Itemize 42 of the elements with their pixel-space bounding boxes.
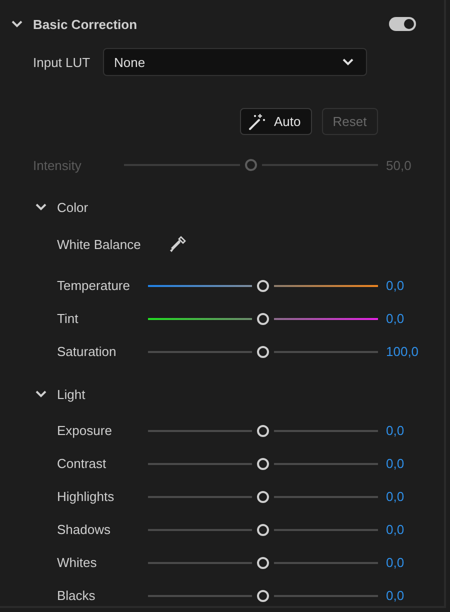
group-title: Light: [57, 386, 86, 402]
slider-value[interactable]: 0,0: [386, 489, 404, 504]
slider-track[interactable]: [148, 590, 378, 602]
slider-value[interactable]: 0,0: [386, 278, 404, 293]
chevron-icon: [342, 58, 354, 66]
slider-value[interactable]: 0,0: [386, 555, 404, 570]
slider-value[interactable]: 100,0: [386, 344, 419, 359]
magic-wand-icon: [248, 112, 266, 130]
slider-value[interactable]: 0,0: [386, 456, 404, 471]
slider-value[interactable]: 0,0: [386, 588, 404, 603]
slider-label: Highlights: [57, 489, 116, 504]
eyedropper-icon[interactable]: [168, 234, 188, 254]
slider-label: Whites: [57, 555, 98, 570]
section-title: Basic Correction: [33, 16, 138, 32]
slider-value[interactable]: 0,0: [386, 311, 404, 326]
group-title: Color: [57, 200, 88, 214]
slider-label: Contrast: [57, 456, 108, 471]
toggle-switch[interactable]: [389, 17, 416, 31]
slider-track[interactable]: [148, 346, 378, 358]
slider-label: Blacks: [57, 588, 96, 603]
chevron-icon[interactable]: [35, 390, 47, 398]
lut-dropdown[interactable]: None: [103, 48, 367, 76]
slider-value[interactable]: 0,0: [386, 423, 404, 438]
chevron-icon[interactable]: [35, 203, 47, 211]
slider-label: Intensity: [33, 158, 82, 172]
slider-label: Exposure: [57, 423, 113, 438]
slider-track[interactable]: [148, 424, 378, 436]
chevron-icon[interactable]: [11, 20, 23, 28]
slider-label: Temperature: [57, 278, 131, 293]
slider-value[interactable]: 0,0: [386, 522, 404, 537]
setting-label: White Balance: [57, 236, 142, 252]
slider-label: Shadows: [57, 522, 112, 537]
auto-button[interactable]: Auto: [240, 108, 312, 135]
slider-track[interactable]: [148, 280, 378, 292]
slider-label: Saturation: [57, 344, 118, 359]
slider-track[interactable]: [148, 490, 378, 502]
slider-label: Tint: [57, 311, 80, 326]
slider-track[interactable]: [148, 458, 378, 470]
slider-track[interactable]: [148, 524, 378, 536]
field-label: Input LUT: [33, 54, 92, 70]
slider-track[interactable]: [148, 312, 378, 324]
slider-track[interactable]: [148, 556, 378, 568]
